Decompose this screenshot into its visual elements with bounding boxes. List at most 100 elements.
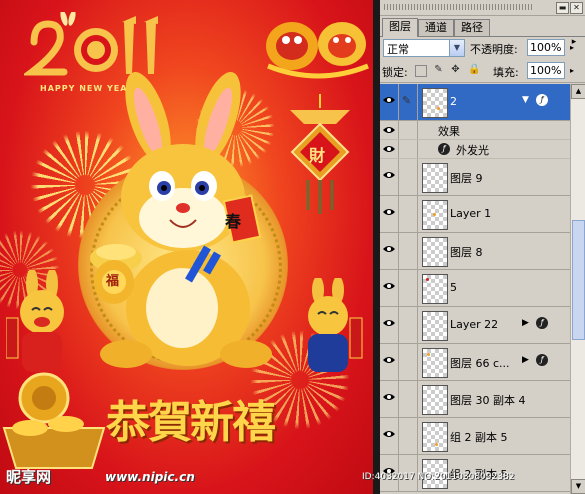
layer-row[interactable]: 组 2 副本 5 bbox=[380, 418, 570, 455]
panel-titlebar[interactable]: ▬ ✕ bbox=[380, 0, 585, 16]
tab-paths[interactable]: 路径 bbox=[454, 19, 490, 36]
effects-row[interactable]: 效果 bbox=[380, 121, 570, 140]
watermark-brand: 昵享网 bbox=[6, 468, 52, 486]
layer-thumbnail bbox=[422, 88, 448, 118]
layer-name[interactable]: 组 2 副本 5 bbox=[450, 429, 508, 445]
layer-link-cell[interactable] bbox=[399, 159, 418, 195]
layer-link-cell[interactable] bbox=[399, 381, 418, 417]
layer-name[interactable]: 图层 9 bbox=[450, 170, 483, 186]
layer-thumbnail bbox=[422, 385, 448, 415]
visibility-toggle[interactable] bbox=[380, 344, 399, 380]
eye-icon bbox=[383, 127, 395, 133]
watermark-url: www.nipic.cn bbox=[105, 470, 195, 484]
small-bunny-left bbox=[6, 270, 64, 372]
eye-icon bbox=[383, 97, 395, 103]
fill-slider-arrow[interactable]: ▸ bbox=[567, 63, 577, 78]
layers-panel: ▬ ✕ 图层 通道 路径 ▸ 正常 ▼ 不透明度: 100% ▸ 锁定: ✎ ✥… bbox=[380, 0, 585, 494]
visibility-toggle[interactable] bbox=[380, 121, 399, 139]
golden-rabbit-illustration bbox=[90, 72, 272, 368]
layer-link-cell[interactable] bbox=[399, 344, 418, 380]
layer-link-cell[interactable]: ✎ bbox=[399, 84, 418, 120]
eye-icon bbox=[383, 172, 395, 178]
eye-icon bbox=[383, 146, 395, 152]
expand-arrow-icon[interactable]: ▶ bbox=[522, 355, 529, 365]
layer-link-cell[interactable] bbox=[399, 233, 418, 269]
visibility-toggle[interactable] bbox=[380, 307, 399, 343]
layer-row[interactable]: 图层 30 副本 4 bbox=[380, 381, 570, 418]
layer-thumbnail bbox=[422, 200, 448, 230]
lock-all-icon[interactable]: 🔒 bbox=[468, 63, 481, 76]
layer-row[interactable]: Layer 22 ▶ ƒ bbox=[380, 307, 570, 344]
canvas-artwork[interactable]: HAPPY NEW YEAR 財 春 福 恭賀新禧 昵享网 www.nipic.… bbox=[0, 0, 373, 494]
fill-input[interactable]: 100% bbox=[527, 62, 565, 79]
fortune-character: 財 bbox=[309, 146, 326, 165]
opacity-label: 不透明度: bbox=[470, 43, 518, 56]
tab-label: 图层 bbox=[389, 20, 411, 33]
eye-icon bbox=[383, 431, 395, 437]
visibility-toggle[interactable] bbox=[380, 381, 399, 417]
close-icon[interactable]: ✕ bbox=[570, 2, 583, 14]
layer-row[interactable]: 5 bbox=[380, 270, 570, 307]
layer-name[interactable]: Layer 22 bbox=[450, 318, 498, 331]
tab-layers[interactable]: 图层 bbox=[382, 18, 418, 37]
layer-row[interactable]: 图层 9 bbox=[380, 159, 570, 196]
layer-row[interactable]: 图层 8 bbox=[380, 233, 570, 270]
layer-link-cell[interactable] bbox=[399, 270, 418, 306]
layers-list: ✎ 2 ▼ ƒ 效果 ƒ 外发光 图层 9 Layer 1 图层 8 5 Lay… bbox=[380, 84, 570, 494]
layer-thumbnail bbox=[422, 311, 448, 341]
scroll-thumb[interactable] bbox=[572, 220, 585, 340]
layer-row[interactable]: ✎ 2 ▼ ƒ bbox=[380, 84, 570, 121]
lock-brush-icon[interactable]: ✎ bbox=[432, 63, 445, 76]
tab-label: 通道 bbox=[425, 21, 447, 34]
fx-icon: ƒ bbox=[438, 143, 450, 155]
fill-label: 填充: bbox=[493, 66, 519, 79]
layer-thumbnail bbox=[422, 237, 448, 267]
visibility-toggle[interactable] bbox=[380, 270, 399, 306]
lock-transparency-icon[interactable] bbox=[415, 65, 427, 77]
layer-name[interactable]: 2 bbox=[450, 95, 457, 108]
blend-mode-select[interactable]: 正常 ▼ bbox=[383, 39, 465, 57]
scroll-up-icon[interactable]: ▲ bbox=[571, 84, 585, 99]
collapse-arrow-icon[interactable]: ▼ bbox=[522, 95, 529, 105]
visibility-toggle[interactable] bbox=[380, 418, 399, 454]
fx-icon: ƒ bbox=[536, 317, 548, 329]
layer-link-cell[interactable] bbox=[399, 307, 418, 343]
layer-thumbnail bbox=[422, 274, 448, 304]
visibility-toggle[interactable] bbox=[380, 140, 399, 158]
panel-tabs: 图层 通道 路径 ▸ bbox=[380, 16, 585, 47]
blend-mode-value: 正常 bbox=[387, 43, 409, 56]
layer-link-cell[interactable] bbox=[399, 196, 418, 232]
layer-name[interactable]: 图层 30 副本 4 bbox=[450, 392, 526, 408]
chevron-down-icon[interactable]: ▼ bbox=[449, 40, 464, 56]
opacity-slider-arrow[interactable]: ▸ bbox=[567, 40, 577, 55]
layer-name[interactable]: Layer 1 bbox=[450, 207, 491, 220]
layer-row[interactable]: Layer 1 bbox=[380, 196, 570, 233]
layer-name[interactable]: 图层 66 c... bbox=[450, 355, 510, 371]
visibility-toggle[interactable] bbox=[380, 159, 399, 195]
layer-link-cell[interactable] bbox=[399, 418, 418, 454]
panel-separator bbox=[373, 0, 380, 494]
tab-channels[interactable]: 通道 bbox=[418, 19, 454, 36]
layer-name[interactable]: 5 bbox=[450, 281, 457, 294]
layer-thumbnail bbox=[422, 422, 448, 452]
layer-thumbnail bbox=[422, 163, 448, 193]
panel-grip[interactable] bbox=[384, 4, 534, 10]
visibility-toggle[interactable] bbox=[380, 84, 399, 120]
layers-scrollbar[interactable]: ▲ ▼ bbox=[570, 84, 585, 494]
minimize-icon[interactable]: ▬ bbox=[556, 2, 569, 14]
opacity-input[interactable]: 100% bbox=[527, 39, 565, 56]
visibility-toggle[interactable] bbox=[380, 233, 399, 269]
outer-glow-row[interactable]: ƒ 外发光 bbox=[380, 140, 570, 159]
lock-move-icon[interactable]: ✥ bbox=[449, 63, 462, 76]
expand-arrow-icon[interactable]: ▶ bbox=[522, 318, 529, 328]
scroll-down-icon[interactable]: ▼ bbox=[571, 479, 585, 494]
layer-row[interactable]: 图层 66 c... ▶ ƒ bbox=[380, 344, 570, 381]
fx-icon: ƒ bbox=[536, 354, 548, 366]
outer-glow-label: 外发光 bbox=[456, 144, 489, 157]
small-bunny-right bbox=[308, 278, 363, 372]
gold-ingot-cart bbox=[2, 372, 106, 469]
eye-icon bbox=[383, 209, 395, 215]
layer-name[interactable]: 图层 8 bbox=[450, 244, 483, 260]
fx-icon: ƒ bbox=[536, 94, 548, 106]
visibility-toggle[interactable] bbox=[380, 196, 399, 232]
